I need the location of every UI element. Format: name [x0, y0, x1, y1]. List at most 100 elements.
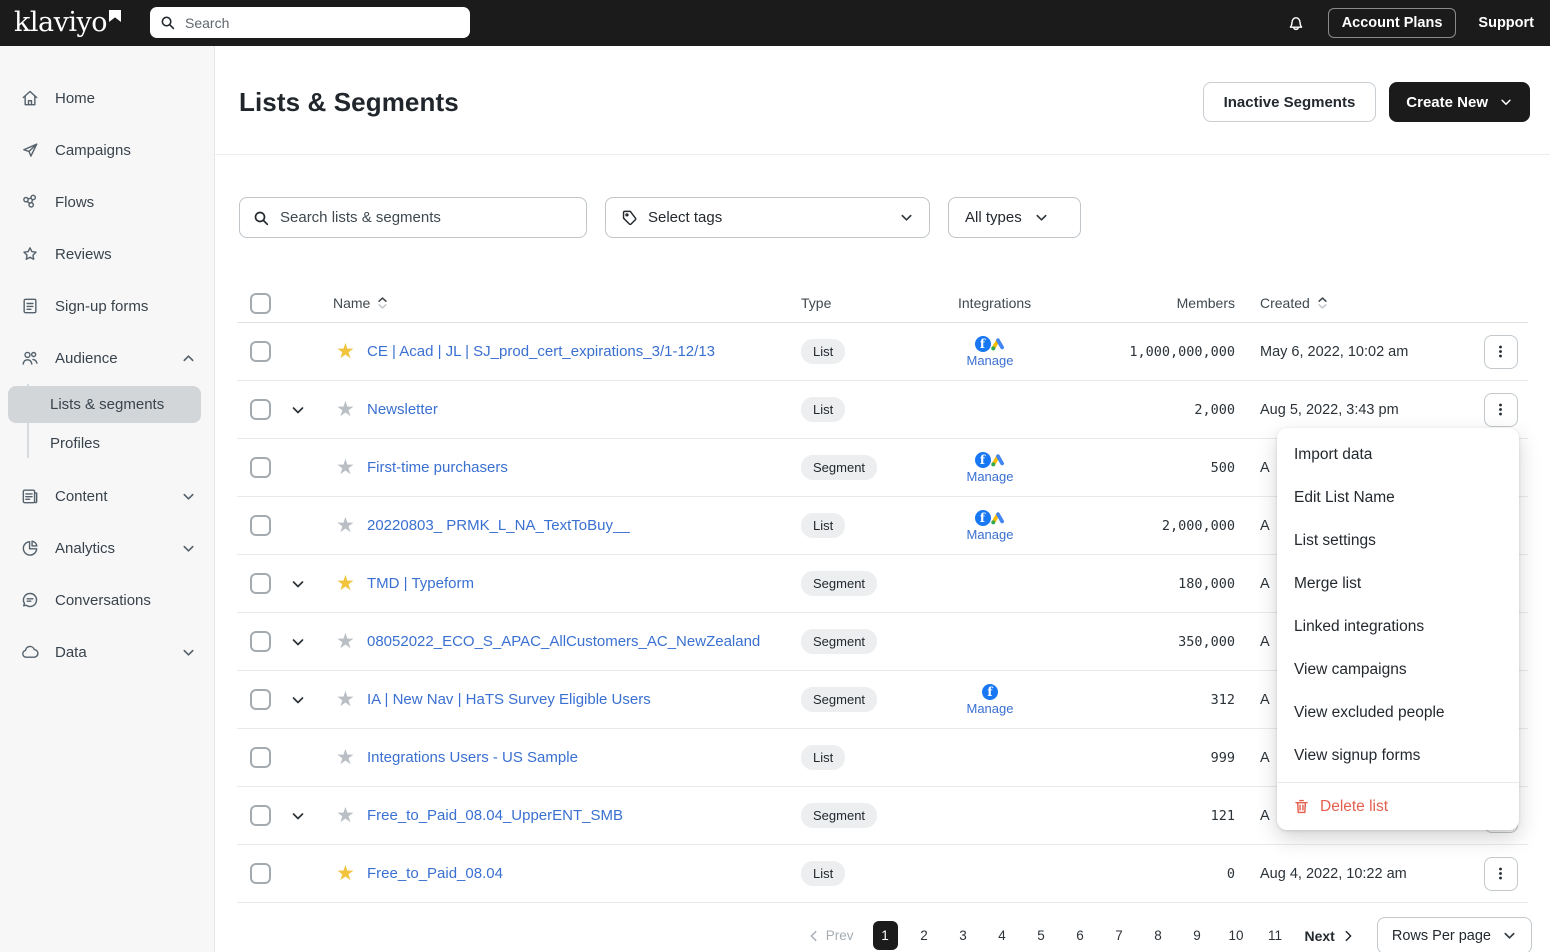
created-date: Aug 5, 2022, 3:43 pm — [1235, 402, 1473, 418]
sidebar-subitem-lists-segments[interactable]: Lists & segments — [8, 386, 201, 423]
list-name-link[interactable]: CE | Acad | JL | SJ_prod_cert_expiration… — [351, 343, 785, 360]
klaviyo-logo[interactable]: klaviyo — [14, 4, 121, 42]
row-checkbox[interactable] — [250, 457, 271, 478]
page-number-button[interactable]: 7 — [1107, 921, 1132, 950]
row-checkbox[interactable] — [250, 573, 271, 594]
chevron-right-icon — [1341, 929, 1355, 943]
row-actions-button[interactable] — [1484, 857, 1518, 891]
members-count: 500 — [1095, 460, 1235, 476]
list-name-link[interactable]: First-time purchasers — [351, 459, 785, 476]
members-count: 2,000,000 — [1095, 518, 1235, 534]
global-search-input[interactable] — [183, 14, 460, 32]
create-new-button[interactable]: Create New — [1389, 82, 1530, 122]
sidebar-item-audience[interactable]: Audience — [0, 332, 214, 384]
row-checkbox[interactable] — [250, 631, 271, 652]
list-search-input[interactable] — [278, 208, 573, 227]
page-number-button[interactable]: 1 — [873, 921, 898, 950]
menu-item-view-campaigns[interactable]: View campaigns — [1277, 648, 1519, 691]
page-number-button[interactable]: 4 — [990, 921, 1015, 950]
row-checkbox[interactable] — [250, 805, 271, 826]
audience-icon — [20, 348, 40, 368]
sidebar-item-home[interactable]: Home — [0, 72, 214, 124]
column-header-created[interactable]: Created — [1235, 295, 1473, 311]
row-checkbox[interactable] — [250, 863, 271, 884]
chevron-down-icon[interactable] — [290, 808, 306, 824]
row-checkbox[interactable] — [250, 515, 271, 536]
facebook-icon: f — [975, 510, 991, 526]
list-name-link[interactable]: 08052022_ECO_S_APAC_AllCustomers_AC_NewZ… — [351, 633, 785, 650]
chevron-down-icon[interactable] — [290, 634, 306, 650]
global-search[interactable] — [150, 7, 470, 38]
column-header-integrations: Integrations — [945, 295, 1095, 311]
sidebar-item-conversations[interactable]: Conversations — [0, 574, 214, 626]
manage-integrations-link[interactable]: Manage — [967, 527, 1014, 542]
manage-integrations-link[interactable]: Manage — [967, 353, 1014, 368]
chevron-down-icon[interactable] — [290, 576, 306, 592]
list-name-link[interactable]: 20220803_ PRMK_L_NA_TextToBuy__ — [351, 517, 785, 534]
type-badge: List — [801, 397, 845, 422]
chevron-down-icon[interactable] — [290, 402, 306, 418]
manage-integrations-link[interactable]: Manage — [967, 701, 1014, 716]
row-actions-button[interactable] — [1484, 335, 1518, 369]
menu-item-list-settings[interactable]: List settings — [1277, 519, 1519, 562]
list-search[interactable] — [239, 197, 587, 238]
next-page-button[interactable]: Next — [1305, 928, 1355, 944]
list-name-link[interactable]: Newsletter — [351, 401, 785, 418]
account-plans-button[interactable]: Account Plans — [1328, 8, 1457, 38]
support-link[interactable]: Support — [1478, 15, 1534, 31]
list-name-link[interactable]: TMD | Typeform — [351, 575, 785, 592]
prev-page-button[interactable]: Prev — [807, 928, 854, 943]
type-filter-dropdown[interactable]: All types — [948, 197, 1081, 238]
sidebar-subitem-label: Profiles — [50, 435, 100, 452]
row-checkbox[interactable] — [250, 689, 271, 710]
menu-item-edit-list-name[interactable]: Edit List Name — [1277, 476, 1519, 519]
list-name-link[interactable]: Free_to_Paid_08.04_UpperENT_SMB — [351, 807, 785, 824]
row-actions-button[interactable] — [1484, 393, 1518, 427]
sidebar-item-reviews[interactable]: Reviews — [0, 228, 214, 280]
facebook-icon: f — [975, 336, 991, 352]
row-checkbox[interactable] — [250, 747, 271, 768]
page-number-button[interactable]: 6 — [1068, 921, 1093, 950]
menu-item-merge-list[interactable]: Merge list — [1277, 562, 1519, 605]
sidebar-item-campaigns[interactable]: Campaigns — [0, 124, 214, 176]
page-number-button[interactable]: 3 — [951, 921, 976, 950]
manage-integrations-link[interactable]: Manage — [967, 469, 1014, 484]
menu-item-view-excluded-people[interactable]: View excluded people — [1277, 691, 1519, 734]
menu-item-view-signup-forms[interactable]: View signup forms — [1277, 734, 1519, 777]
list-name-link[interactable]: Integrations Users - US Sample — [351, 749, 785, 766]
page-number-button[interactable]: 2 — [912, 921, 937, 950]
chevron-down-icon[interactable] — [290, 692, 306, 708]
menu-item-linked-integrations[interactable]: Linked integrations — [1277, 605, 1519, 648]
sidebar-subitem-profiles[interactable]: Profiles — [8, 425, 201, 462]
sidebar-item-content[interactable]: Content — [0, 470, 214, 522]
menu-item-import-data[interactable]: Import data — [1277, 433, 1519, 476]
google-ads-icon — [990, 510, 1006, 526]
row-checkbox[interactable] — [250, 399, 271, 420]
kebab-icon — [1493, 344, 1508, 359]
row-checkbox[interactable] — [250, 341, 271, 362]
rows-per-page-button[interactable]: Rows Per page — [1377, 917, 1532, 952]
sidebar-item-label: Content — [55, 488, 108, 505]
inactive-segments-button[interactable]: Inactive Segments — [1203, 82, 1377, 122]
bell-icon[interactable] — [1286, 13, 1306, 33]
page-number-button[interactable]: 9 — [1185, 921, 1210, 950]
chevron-down-icon — [1499, 95, 1513, 109]
select-tags-dropdown[interactable]: Select tags — [605, 197, 930, 238]
sidebar-item-label: Campaigns — [55, 142, 131, 159]
sort-icon — [1317, 295, 1328, 311]
sidebar-item-label: Data — [55, 644, 87, 661]
column-header-name[interactable]: Name — [279, 295, 785, 311]
sidebar-item-flows[interactable]: Flows — [0, 176, 214, 228]
page-number-button[interactable]: 11 — [1263, 921, 1288, 950]
select-all-checkbox[interactable] — [250, 293, 271, 314]
sidebar-item-data[interactable]: Data — [0, 626, 214, 678]
page-number-button[interactable]: 10 — [1224, 921, 1249, 950]
list-name-link[interactable]: Free_to_Paid_08.04 — [351, 865, 785, 882]
page-number-button[interactable]: 8 — [1146, 921, 1171, 950]
type-badge: List — [801, 339, 845, 364]
sidebar-item-analytics[interactable]: Analytics — [0, 522, 214, 574]
delete-list-menu-item[interactable]: Delete list — [1277, 782, 1519, 830]
sidebar-item-sign-up-forms[interactable]: Sign-up forms — [0, 280, 214, 332]
list-name-link[interactable]: IA | New Nav | HaTS Survey Eligible User… — [351, 691, 785, 708]
page-number-button[interactable]: 5 — [1029, 921, 1054, 950]
